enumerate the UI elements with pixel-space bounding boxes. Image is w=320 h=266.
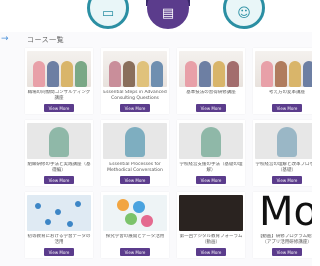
view-more-button[interactable]: View More: [195, 248, 227, 256]
nav-icon-3[interactable]: ☺: [218, 0, 270, 30]
view-more-button[interactable]: View More: [119, 248, 151, 256]
course-thumbnail: [27, 51, 91, 87]
course-thumbnail: [179, 123, 243, 159]
view-more-button[interactable]: View More: [43, 248, 75, 256]
view-more-button[interactable]: View More: [195, 104, 227, 112]
course-title: Essential Processes for Methodical Conve…: [107, 162, 163, 173]
course-title: 探究学習の展開とデータ活用: [105, 234, 165, 239]
course-thumbnail: [103, 195, 167, 231]
view-more-button[interactable]: View More: [43, 104, 75, 112]
view-more-button[interactable]: View More: [43, 176, 75, 184]
course-card[interactable]: 組織研修の手法と実践講座（基礎編） View More: [25, 120, 93, 186]
course-card[interactable]: 初等教育における学習データの活用 View More: [25, 192, 93, 258]
view-more-button[interactable]: View More: [195, 176, 227, 184]
course-card[interactable]: 第一回デジタル教育フォーラム（動画） View More: [177, 192, 245, 258]
thumbnail-text: Mo: [259, 195, 312, 231]
course-thumbnail: [103, 123, 167, 159]
course-thumbnail: [179, 51, 243, 87]
person-icon: ☺: [237, 6, 251, 21]
course-title: 職場の同僚間コンサルティング講座: [27, 90, 91, 101]
course-title: Essential Steps in Advanced Consulting Q…: [103, 90, 167, 101]
course-title: 考え方の変革講座: [269, 90, 305, 95]
arrow-right-icon: →: [1, 34, 9, 44]
course-title: 学校経営の理解と改革プロセス（基礎）: [255, 162, 313, 173]
course-card[interactable]: 基本技法の習得研修講座 View More: [177, 48, 245, 114]
course-title: 組織研修の手法と実践講座（基礎編）: [27, 162, 91, 173]
course-thumbnail: [27, 195, 91, 231]
course-title: 【動画】研修プログラム紹介（アプリ活用研修講座）: [257, 234, 312, 245]
course-title: 学校経営支援の手法（基礎の理解）: [179, 162, 243, 173]
course-list-page: ▭ ▤ ☺ → コース一覧 職場の同僚間コンサルティング講座 View More: [0, 0, 312, 266]
course-thumbnail: Mo: [255, 195, 312, 231]
course-card[interactable]: 職場の同僚間コンサルティング講座 View More: [25, 48, 93, 114]
course-thumbnail: [27, 123, 91, 159]
course-card[interactable]: Essential Processes for Methodical Conve…: [101, 120, 169, 186]
course-grid: 職場の同僚間コンサルティング講座 View More Essential Ste…: [25, 48, 312, 258]
course-thumbnail: [255, 123, 312, 159]
nav-icon-1[interactable]: ▭: [82, 0, 134, 30]
view-more-button[interactable]: View More: [271, 176, 303, 184]
view-more-button[interactable]: View More: [271, 104, 303, 112]
video-icon: ▤: [161, 6, 175, 21]
course-title: 第一回デジタル教育フォーラム（動画）: [179, 234, 243, 245]
section-title: コース一覧: [27, 36, 65, 44]
course-card[interactable]: Mo 【動画】研修プログラム紹介（アプリ活用研修講座） View More: [253, 192, 312, 258]
course-card[interactable]: Essential Steps in Advanced Consulting Q…: [101, 48, 169, 114]
course-card[interactable]: 考え方の変革講座 View More: [253, 48, 312, 114]
view-more-button[interactable]: View More: [119, 176, 151, 184]
course-thumbnail: [255, 51, 312, 87]
top-nav: ▭ ▤ ☺: [0, 0, 312, 32]
course-title: 基本技法の習得研修講座: [186, 90, 236, 95]
course-thumbnail: [179, 195, 243, 231]
course-card[interactable]: 探究学習の展開とデータ活用 View More: [101, 192, 169, 258]
course-card[interactable]: 学校経営の理解と改革プロセス（基礎） View More: [253, 120, 312, 186]
course-thumbnail: [103, 51, 167, 87]
view-more-button[interactable]: View More: [271, 248, 303, 256]
course-title: 初等教育における学習データの活用: [27, 234, 91, 245]
course-card[interactable]: 学校経営支援の手法（基礎の理解） View More: [177, 120, 245, 186]
monitor-icon: ▭: [101, 6, 115, 21]
view-more-button[interactable]: View More: [119, 104, 151, 112]
nav-icon-2[interactable]: ▤: [142, 0, 194, 30]
